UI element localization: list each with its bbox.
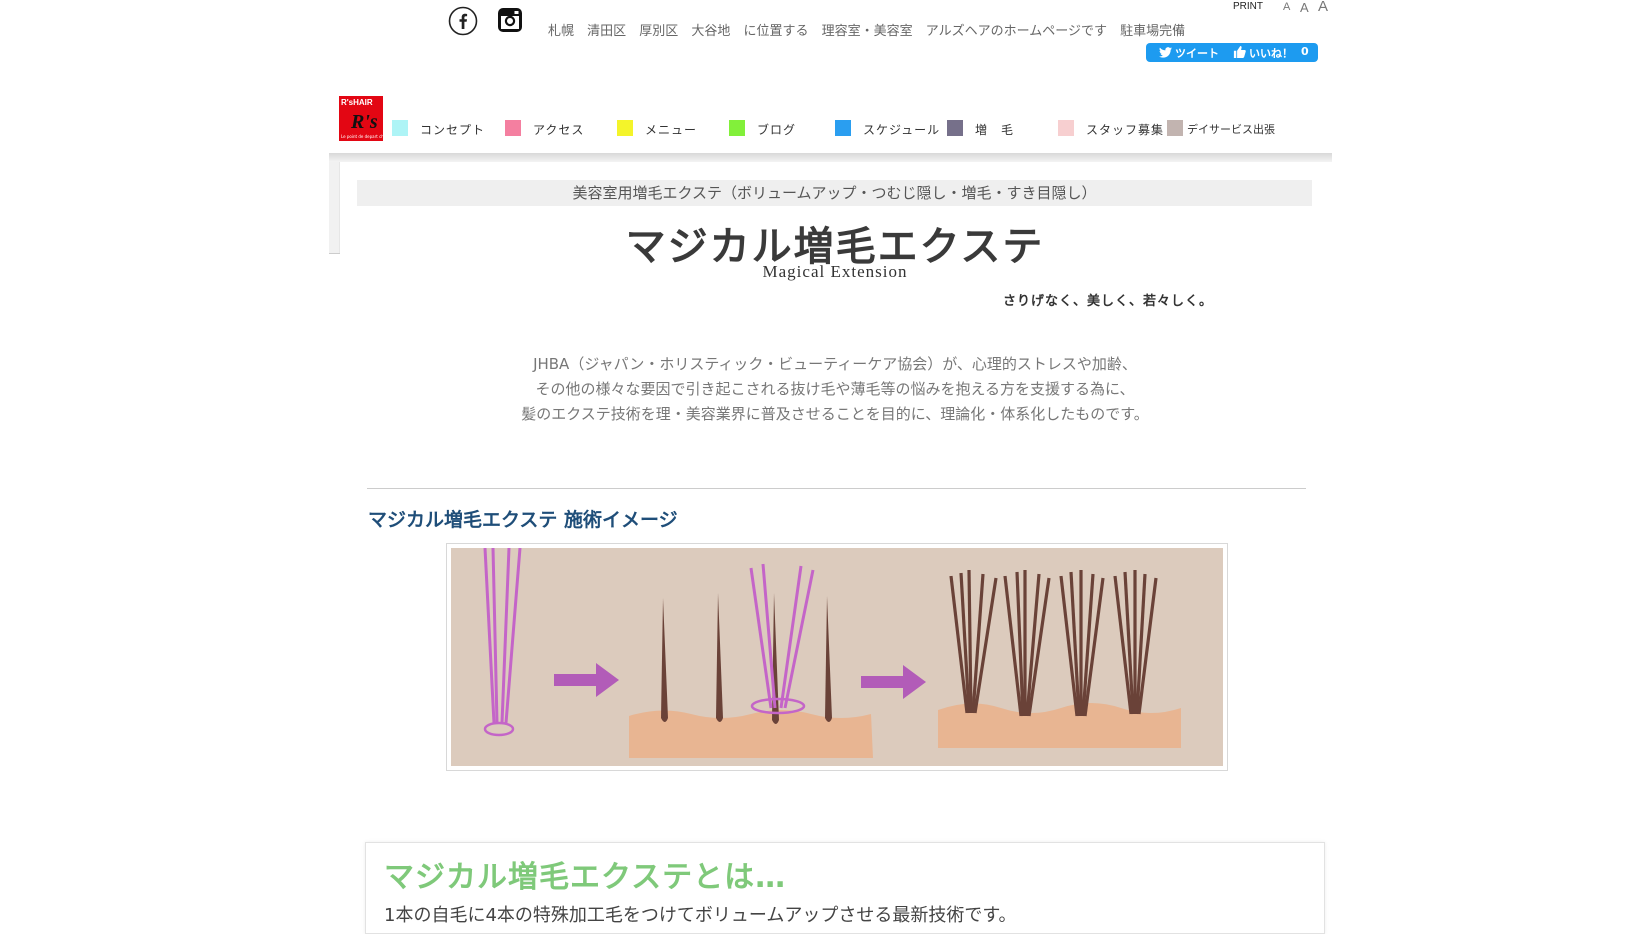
description-text: 1本の自毛に4本の特殊加工毛をつけてボリュームアップさせる最新技術です。	[384, 905, 1017, 926]
page-title-english: Magical Extension	[762, 262, 908, 281]
nav-color-swatch	[835, 120, 851, 136]
catch-copy: さりげなく、美しく、若々しく。	[1003, 294, 1214, 309]
nav-item-label: スケジュール	[863, 123, 941, 137]
treatment-illustration	[446, 543, 1228, 771]
treatment-illustration-graphic	[451, 548, 1223, 766]
nav-color-swatch	[729, 120, 745, 136]
font-size-large-link[interactable]: A	[1318, 0, 1328, 15]
intro-line-3: 髪のエクステ技術を理・美容業界に普及させることを目的に、理論化・体系化したもので…	[521, 405, 1149, 423]
nav-color-swatch	[505, 120, 521, 136]
social-share-bar: ツイート いいね！ 0	[1146, 43, 1318, 62]
logo-main-text: R's	[351, 111, 378, 133]
section-title: マジカル増毛エクステ 施術イメージ	[368, 509, 678, 531]
nav-color-swatch	[947, 120, 963, 136]
nav-divider-bar	[329, 153, 1332, 162]
nav-color-swatch	[617, 120, 633, 136]
nav-item-label: コンセプト	[420, 123, 486, 137]
nav-color-swatch	[1058, 120, 1074, 136]
like-button[interactable]: いいね！	[1249, 45, 1293, 61]
site-tagline: 札幌 清田区 厚別区 大谷地 に位置する 理容室・美容室 アルズヘアのホームペー…	[548, 24, 1186, 39]
font-size-medium-link[interactable]: A	[1300, 0, 1309, 15]
nav-item-label: 増 毛	[975, 123, 1015, 137]
section-divider	[367, 488, 1306, 489]
font-size-small-link[interactable]: A	[1283, 1, 1290, 13]
nav-item-label: アクセス	[533, 123, 585, 137]
nav-item-label: ブログ	[757, 123, 797, 137]
site-logo[interactable]: R'sHAIR R's Le point de depart chute	[339, 96, 390, 141]
logo-sub-text: Le point de depart chute	[341, 134, 391, 139]
facebook-icon[interactable]	[448, 6, 478, 36]
intro-line-2: その他の様々な要因で引き起こされる抜け毛や薄毛等の悩みを抱える方を支援する為に、	[535, 380, 1135, 398]
nav-color-swatch	[392, 120, 408, 136]
nav-item-label: スタッフ募集	[1086, 123, 1165, 137]
page-subheading: 美容室用増毛エクステ（ボリュームアップ・つむじ隠し・増毛・すき目隠し）	[357, 180, 1312, 206]
instagram-icon[interactable]	[497, 7, 523, 33]
nav-item-label: デイサービス出張	[1187, 123, 1275, 136]
twitter-bird-icon	[1159, 47, 1172, 58]
nav-item-label: メニュー	[645, 123, 698, 137]
logo-top-text: R'sHAIR	[341, 98, 373, 107]
nav-color-swatch	[1167, 120, 1183, 136]
thumbs-up-icon	[1233, 46, 1246, 58]
intro-line-1: JHBA（ジャパン・ホリスティック・ビューティーケア協会）が、心理的ストレスや加…	[533, 355, 1137, 373]
description-title: マジカル増毛エクステとは…	[384, 860, 787, 895]
tweet-button[interactable]: ツイート	[1175, 45, 1219, 61]
print-link[interactable]: PRINT	[1233, 1, 1263, 12]
like-count: 0	[1301, 45, 1309, 58]
